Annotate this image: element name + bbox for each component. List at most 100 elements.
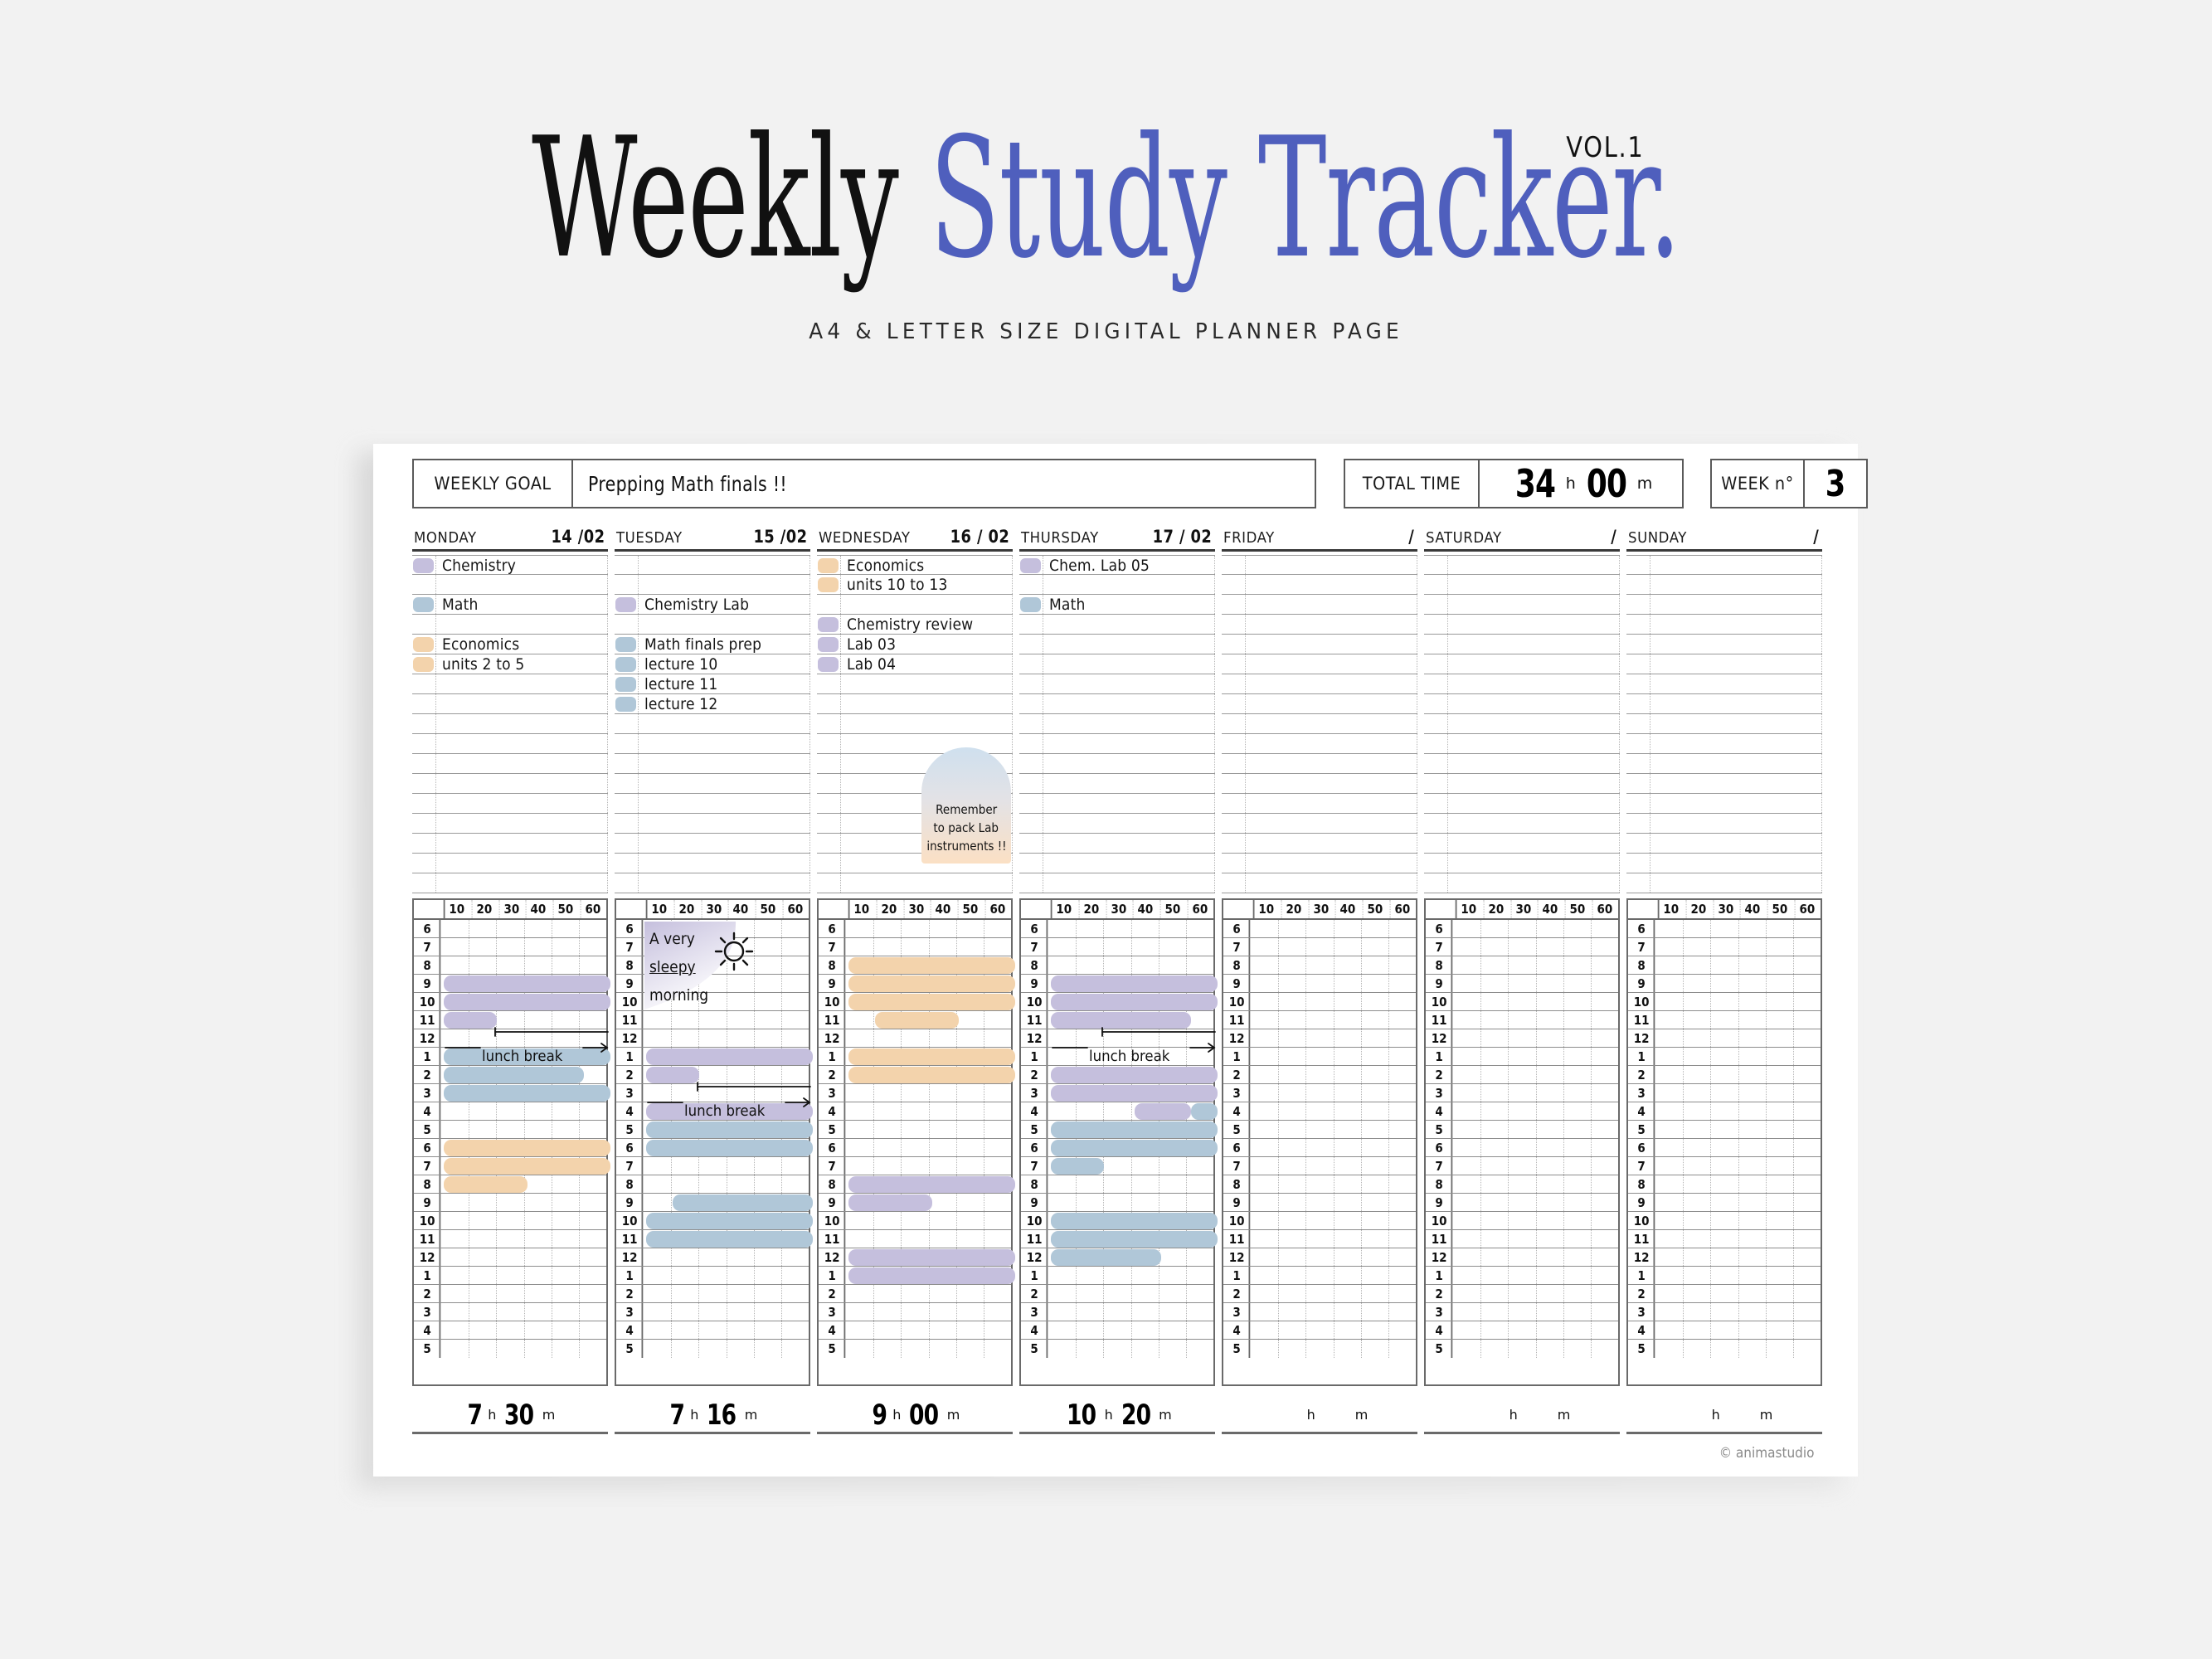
grid-cell[interactable]: [1480, 1230, 1508, 1248]
grid-cell[interactable]: [1563, 1321, 1591, 1339]
grid-cell[interactable]: [1333, 1194, 1361, 1211]
grid-cell[interactable]: [1710, 1321, 1738, 1339]
grid-cell[interactable]: [1508, 975, 1535, 992]
grid-cell[interactable]: [1765, 1267, 1793, 1284]
time-block[interactable]: [1051, 1158, 1105, 1175]
grid-row[interactable]: 7: [1021, 1157, 1213, 1175]
grid-cell[interactable]: [1683, 1340, 1710, 1358]
grid-cell[interactable]: [1185, 956, 1213, 974]
grid-cell[interactable]: [1049, 1340, 1076, 1358]
grid-cell[interactable]: [955, 1029, 984, 1047]
task-row[interactable]: units 2 to 5: [412, 654, 608, 674]
task-row[interactable]: [1019, 854, 1215, 873]
task-label[interactable]: Economics: [442, 635, 519, 654]
grid-row[interactable]: 7: [414, 938, 606, 956]
grid-cell[interactable]: [780, 1303, 809, 1321]
grid-cell[interactable]: [1738, 1139, 1766, 1156]
grid-cell[interactable]: [469, 956, 496, 974]
grid-cell[interactable]: [644, 1194, 671, 1211]
grid-row[interactable]: 1: [414, 1267, 606, 1285]
grid-cell[interactable]: [469, 1212, 496, 1229]
grid-cell[interactable]: [1333, 1175, 1361, 1193]
grid-row[interactable]: 11: [1628, 1011, 1821, 1029]
grid-cell[interactable]: [1388, 1303, 1416, 1321]
grid-cell[interactable]: [1454, 1084, 1480, 1102]
grid-cell[interactable]: [1710, 1139, 1738, 1156]
grid-cell[interactable]: [551, 1285, 579, 1302]
task-label[interactable]: Chemistry Lab: [644, 596, 749, 614]
grid-cell[interactable]: [1480, 1139, 1508, 1156]
grid-cell[interactable]: [1333, 1048, 1361, 1065]
grid-cell[interactable]: [1508, 1267, 1535, 1284]
grid-cell[interactable]: [873, 920, 901, 937]
grid-cell[interactable]: [1076, 956, 1103, 974]
grid-cell[interactable]: [1738, 1267, 1766, 1284]
grid-cell[interactable]: [1765, 1121, 1793, 1138]
grid-cell[interactable]: [1158, 1267, 1186, 1284]
grid-cell[interactable]: [1076, 1321, 1103, 1339]
grid-cell[interactable]: [1710, 1121, 1738, 1138]
grid-cell[interactable]: [928, 1029, 956, 1047]
task-row[interactable]: [1424, 714, 1620, 734]
grid-cell[interactable]: [1480, 956, 1508, 974]
task-label[interactable]: Chem. Lab 05: [1049, 557, 1150, 575]
grid-cell[interactable]: [1454, 975, 1480, 992]
grid-cell[interactable]: [1360, 1267, 1388, 1284]
task-row[interactable]: [615, 615, 810, 635]
grid-cell[interactable]: [1535, 1029, 1563, 1047]
time-block[interactable]: [1051, 975, 1218, 992]
grid-cell[interactable]: [1454, 1048, 1480, 1065]
grid-cell[interactable]: [1454, 920, 1480, 937]
grid-cell[interactable]: [753, 1285, 781, 1302]
grid-cell[interactable]: [1765, 1029, 1793, 1047]
task-row[interactable]: [1424, 814, 1620, 834]
grid-cell[interactable]: [1388, 1121, 1416, 1138]
grid-cell[interactable]: [901, 1340, 928, 1358]
task-row[interactable]: [1424, 615, 1620, 635]
grid-cell[interactable]: [1590, 1175, 1618, 1193]
grid-cell[interactable]: [1388, 956, 1416, 974]
grid-cell[interactable]: [1360, 1066, 1388, 1083]
grid-cell[interactable]: [1388, 1102, 1416, 1120]
grid-row[interactable]: 5: [819, 1340, 1011, 1358]
grid-cell[interactable]: [1656, 1175, 1683, 1193]
grid-cell[interactable]: [983, 1230, 1011, 1248]
grid-cell[interactable]: [1765, 1303, 1793, 1321]
grid-cell[interactable]: [1508, 1303, 1535, 1321]
grid-row[interactable]: 10: [414, 1212, 606, 1230]
grid-cell[interactable]: [983, 1194, 1011, 1211]
task-row[interactable]: [615, 575, 810, 595]
grid-cell[interactable]: [955, 1340, 984, 1358]
grid-cell[interactable]: [1360, 975, 1388, 992]
grid-cell[interactable]: [1388, 1048, 1416, 1065]
grid-cell[interactable]: [928, 1230, 956, 1248]
task-row[interactable]: [412, 834, 608, 854]
grid-cell[interactable]: [1305, 1066, 1333, 1083]
grid-cell[interactable]: [1590, 1011, 1618, 1029]
grid-cell[interactable]: [1158, 1175, 1186, 1193]
grid-cell[interactable]: [1683, 1267, 1710, 1284]
task-color-chip[interactable]: [615, 657, 636, 672]
grid-row[interactable]: 12: [1426, 1029, 1618, 1048]
grid-cell[interactable]: [1480, 975, 1508, 992]
grid-cell[interactable]: [671, 1340, 698, 1358]
grid-cell[interactable]: [442, 1212, 469, 1229]
grid-cell[interactable]: [1738, 1285, 1766, 1302]
task-row[interactable]: Chemistry review: [817, 615, 1013, 635]
task-row[interactable]: [1424, 854, 1620, 873]
grid-cell[interactable]: [1710, 1066, 1738, 1083]
grid-cell[interactable]: [1049, 1102, 1076, 1120]
grid-cell[interactable]: [1563, 1248, 1591, 1266]
grid-cell[interactable]: [698, 1157, 726, 1175]
grid-row[interactable]: 10: [1223, 1212, 1416, 1230]
grid-cell[interactable]: [1508, 1194, 1535, 1211]
task-row[interactable]: [412, 754, 608, 774]
task-row[interactable]: [1019, 774, 1215, 794]
grid-cell[interactable]: [1454, 1029, 1480, 1047]
grid-cell[interactable]: [1480, 1248, 1508, 1266]
task-label[interactable]: lecture 12: [644, 695, 717, 713]
task-row[interactable]: [1424, 635, 1620, 654]
task-label[interactable]: Chemistry: [442, 557, 516, 575]
grid-cell[interactable]: [1792, 1212, 1821, 1229]
task-label[interactable]: units 2 to 5: [442, 655, 524, 674]
